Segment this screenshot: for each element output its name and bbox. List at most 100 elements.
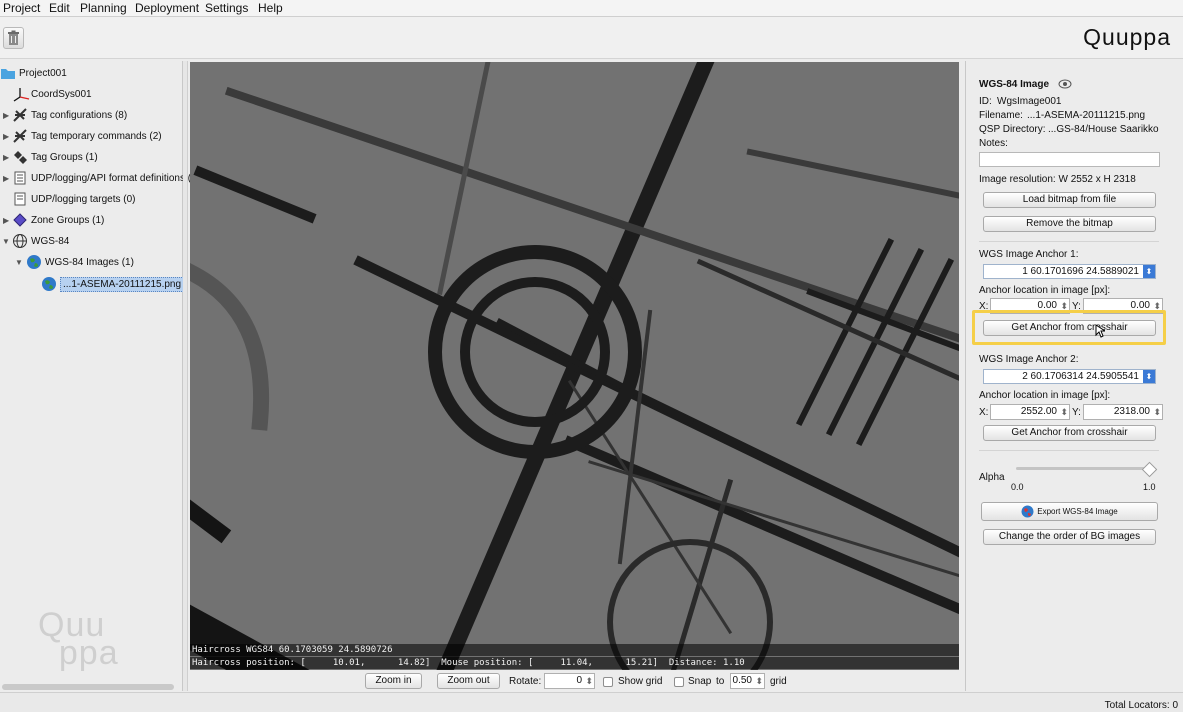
anchor1-select[interactable]: 1 60.1701696 24.5889021 ⬍: [983, 264, 1156, 279]
show-grid-label: Show grid: [618, 676, 663, 687]
logging-target-icon: [12, 191, 28, 207]
tree-item-label: Project001: [19, 67, 67, 79]
tree-item-tag-configurations[interactable]: Tag configurations (8): [12, 105, 127, 125]
tree-item-wgs84-image-file[interactable]: ...1-ASEMA-20111215.png: [41, 274, 185, 294]
expand-arrow-icon[interactable]: ▶: [3, 132, 9, 141]
qsp-directory-label: QSP Directory:: [979, 124, 1046, 135]
delete-button[interactable]: [3, 27, 24, 49]
globe-outline-icon: [12, 233, 28, 249]
alpha-min-label: 0.0: [1011, 482, 1024, 492]
anchor2-select[interactable]: 2 60.1706314 24.5905541 ⬍: [983, 369, 1156, 384]
canvas-toolbar: Zoom in Zoom out Rotate: 0 Show grid Sna…: [190, 671, 959, 691]
panel-title: WGS-84 Image: [979, 79, 1050, 90]
anchor2-value: 2 60.1706314 24.5905541: [1022, 371, 1139, 382]
expand-arrow-icon[interactable]: ▶: [3, 153, 9, 162]
menu-deployment[interactable]: Deployment: [135, 1, 199, 15]
format-definition-icon: [12, 170, 28, 186]
expand-arrow-icon[interactable]: ▶: [3, 111, 9, 120]
show-grid-checkbox[interactable]: [603, 677, 613, 687]
zoom-in-button[interactable]: Zoom in: [365, 673, 422, 689]
id-label: ID:: [979, 96, 992, 107]
dropdown-arrow-icon: ⬍: [1143, 265, 1155, 278]
alpha-slider-thumb[interactable]: [1141, 461, 1158, 478]
tree-item-label: UDP/logging targets (0): [31, 193, 136, 205]
tag-command-icon: [12, 128, 28, 144]
properties-panel: WGS-84 Image ID: WgsImage001 Filename: .…: [965, 61, 1183, 691]
split-pane-divider[interactable]: [183, 61, 188, 691]
menu-planning[interactable]: Planning: [80, 1, 127, 15]
dropdown-arrow-icon: ⬍: [1143, 370, 1155, 383]
grid-size-stepper[interactable]: 0.50: [730, 673, 765, 689]
snap-label: Snap: [688, 676, 712, 687]
tree-item-label-selected: ...1-ASEMA-20111215.png: [60, 276, 185, 292]
snap-to-label: to: [716, 676, 725, 687]
project-tree: Project001 CoordSys001 ▶ Tag configurati…: [0, 61, 197, 691]
quuppa-logo: Quuppa: [1083, 24, 1171, 50]
anchor2-location-label: Anchor location in image [px]:: [979, 390, 1111, 401]
folder-icon: [0, 65, 16, 81]
tree-item-zone-groups[interactable]: Zone Groups (1): [12, 210, 104, 230]
total-locators: Total Locators: 0: [1104, 700, 1178, 711]
id-value: WgsImage001: [997, 96, 1062, 107]
expand-arrow-icon[interactable]: ▶: [3, 174, 9, 183]
tree-item-label: WGS-84 Images (1): [45, 256, 134, 268]
zoom-out-button[interactable]: Zoom out: [437, 673, 500, 689]
separator: [979, 241, 1159, 242]
collapse-arrow-icon[interactable]: ▼: [2, 237, 10, 246]
get-anchor2-from-crosshair-button[interactable]: Get Anchor from crosshair: [983, 425, 1156, 441]
anchor2-y-stepper[interactable]: 2318.00: [1083, 404, 1163, 420]
alpha-max-label: 1.0: [1143, 482, 1156, 492]
tree-item-tag-groups[interactable]: Tag Groups (1): [12, 147, 98, 167]
globe-icon: [1021, 505, 1034, 518]
remove-bitmap-button[interactable]: Remove the bitmap: [983, 216, 1156, 232]
anchor2-x-label: X:: [979, 407, 989, 418]
tree-item-label: Tag Groups (1): [31, 151, 98, 163]
alpha-label: Alpha: [979, 472, 1005, 483]
globe-icon: [26, 254, 42, 270]
toolbar: Quuppa: [0, 17, 1183, 59]
menu-bar: Project Edit Planning Deployment Setting…: [0, 0, 1183, 17]
tree-item-label: Tag temporary commands (2): [31, 130, 162, 142]
tree-item-format-definitions[interactable]: UDP/logging/API format definitions (5: [12, 168, 197, 188]
menu-help[interactable]: Help: [258, 1, 283, 15]
globe-icon: [41, 276, 57, 292]
tree-item-logging-targets[interactable]: UDP/logging targets (0): [12, 189, 136, 209]
rotate-label: Rotate:: [509, 676, 542, 687]
tree-item-tag-temporary-commands[interactable]: Tag temporary commands (2): [12, 126, 162, 146]
tree-item-label: CoordSys001: [31, 88, 92, 100]
snap-checkbox[interactable]: [674, 677, 684, 687]
visibility-eye-icon[interactable]: [1058, 78, 1072, 93]
floorplan-canvas[interactable]: Haircross WGS84 60.1703059 24.5890726 Ha…: [190, 62, 959, 670]
rotate-stepper[interactable]: 0: [544, 673, 595, 689]
expand-arrow-icon[interactable]: ▶: [3, 216, 9, 225]
tree-item-coordsys[interactable]: CoordSys001: [12, 84, 92, 104]
change-bg-image-order-button[interactable]: Change the order of BG images: [983, 529, 1156, 545]
grid-label: grid: [770, 676, 787, 687]
alpha-slider[interactable]: [1016, 467, 1150, 470]
tree-horizontal-scrollbar[interactable]: [2, 684, 174, 690]
status-bar: Total Locators: 0: [0, 692, 1183, 712]
export-wgs84-image-button[interactable]: Export WGS-84 Image: [981, 502, 1158, 521]
blueprint-image: [190, 62, 959, 670]
tree-item-wgs84[interactable]: WGS-84: [12, 231, 69, 251]
load-bitmap-button[interactable]: Load bitmap from file: [983, 192, 1156, 208]
coordinate-axes-icon: [12, 86, 30, 102]
mouse-cursor-icon: [1095, 324, 1105, 338]
menu-settings[interactable]: Settings: [205, 1, 248, 15]
menu-project[interactable]: Project: [3, 1, 40, 15]
filename-label: Filename:: [979, 110, 1023, 121]
anchor2-x-stepper[interactable]: 2552.00: [990, 404, 1070, 420]
tree-item-label: UDP/logging/API format definitions (5: [31, 172, 197, 184]
tree-item-project[interactable]: Project001: [0, 63, 67, 83]
tree-item-label: Tag configurations (8): [31, 109, 128, 121]
qsp-directory-value: ...GS-84/House Saarikko: [1048, 124, 1159, 135]
collapse-arrow-icon[interactable]: ▼: [15, 258, 23, 267]
zone-group-icon: [12, 212, 28, 228]
tag-config-icon: [12, 107, 28, 123]
tree-item-wgs84-images[interactable]: WGS-84 Images (1): [26, 252, 134, 272]
notes-field[interactable]: [979, 152, 1160, 167]
notes-label: Notes:: [979, 138, 1008, 149]
menu-edit[interactable]: Edit: [49, 1, 70, 15]
tree-item-label: WGS-84: [31, 235, 70, 247]
anchor2-label: WGS Image Anchor 2:: [979, 354, 1079, 365]
